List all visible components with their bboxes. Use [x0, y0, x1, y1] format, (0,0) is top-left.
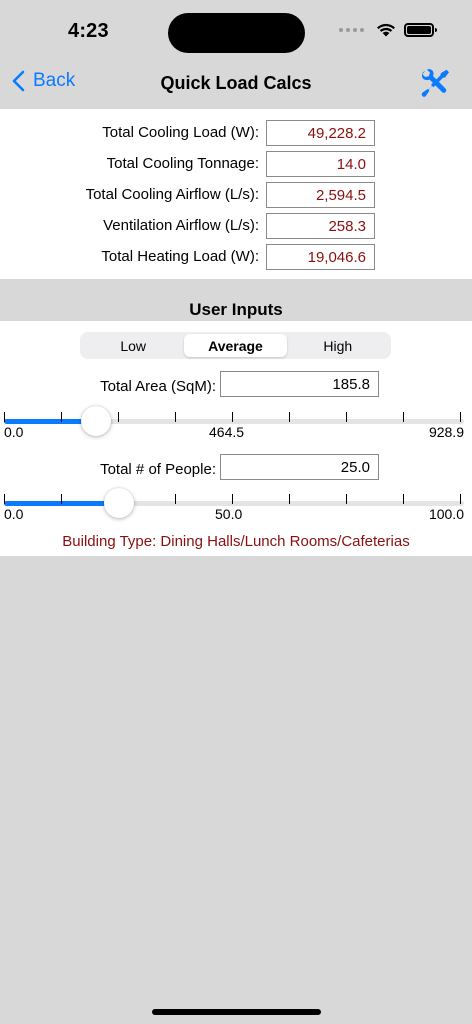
user-inputs-header: User Inputs: [0, 279, 472, 321]
ventilation-airflow-value: 258.3: [266, 213, 375, 239]
people-max-label: 100.0: [428, 506, 464, 522]
load-level-segmented-control: Low Average High: [80, 332, 391, 359]
result-row-ventilation-airflow: Ventilation Airflow (L/s): 258.3: [0, 213, 472, 239]
segment-average[interactable]: Average: [184, 334, 287, 357]
dynamic-island: [168, 13, 305, 53]
people-mid-label: 50.0: [215, 506, 243, 522]
total-people-label: Total # of People:: [100, 461, 216, 478]
ventilation-airflow-label: Ventilation Airflow (L/s):: [103, 217, 259, 234]
slider-tick: [346, 494, 347, 504]
heating-load-label: Total Heating Load (W):: [101, 248, 259, 265]
status-bar: 4:23: [0, 0, 472, 60]
result-row-cooling-load: Total Cooling Load (W): 49,228.2: [0, 120, 472, 146]
slider-tick: [403, 412, 404, 422]
slider-tick: [232, 494, 233, 504]
building-type-label: Building Type: Dining Halls/Lunch Rooms/…: [62, 533, 410, 550]
user-inputs-panel: Low Average High Total Area (SqM): 0.0 4…: [0, 321, 472, 556]
cooling-airflow-label: Total Cooling Airflow (L/s):: [85, 186, 259, 203]
area-mid-label: 464.5: [209, 424, 245, 440]
results-panel: Total Cooling Load (W): 49,228.2 Total C…: [0, 109, 472, 279]
slider-tick: [61, 412, 62, 422]
segment-high[interactable]: High: [287, 334, 389, 357]
slider-tick: [61, 494, 62, 504]
home-indicator[interactable]: [152, 1009, 321, 1015]
area-min-label: 0.0: [4, 424, 24, 440]
wifi-icon: [377, 23, 395, 37]
battery-icon: [404, 22, 437, 37]
total-area-input[interactable]: [220, 371, 379, 397]
signal-dots-icon: [339, 27, 364, 32]
slider-tick: [460, 494, 461, 504]
slider-tick: [4, 494, 5, 504]
user-inputs-title: User Inputs: [189, 300, 283, 319]
wrench-screwdriver-icon: [421, 69, 449, 97]
area-max-label: 928.9: [428, 424, 464, 440]
slider-thumb[interactable]: [104, 488, 134, 518]
page-title: Quick Load Calcs: [160, 73, 312, 93]
total-area-label: Total Area (SqM):: [100, 378, 216, 395]
status-time: 4:23: [68, 20, 109, 42]
cooling-load-label: Total Cooling Load (W):: [102, 124, 259, 141]
total-people-input[interactable]: [220, 454, 379, 480]
result-row-cooling-tonnage: Total Cooling Tonnage: 14.0: [0, 151, 472, 177]
slider-tick: [118, 412, 119, 422]
navigation-bar: Back Quick Load Calcs: [0, 60, 472, 108]
slider-tick: [460, 412, 461, 422]
slider-tick: [289, 412, 290, 422]
status-icons: [339, 22, 437, 37]
slider-tick: [232, 412, 233, 422]
heating-load-value: 19,046.6: [266, 244, 375, 270]
slider-tick: [403, 494, 404, 504]
cooling-airflow-value: 2,594.5: [266, 182, 375, 208]
cooling-tonnage-label: Total Cooling Tonnage:: [106, 155, 259, 172]
result-row-cooling-airflow: Total Cooling Airflow (L/s): 2,594.5: [0, 182, 472, 208]
slider-tick: [346, 412, 347, 422]
segment-low[interactable]: Low: [82, 334, 184, 357]
slider-tick: [175, 412, 176, 422]
people-min-label: 0.0: [4, 506, 24, 522]
settings-tools-button[interactable]: [420, 68, 450, 98]
slider-thumb[interactable]: [81, 406, 111, 436]
result-row-heating-load: Total Heating Load (W): 19,046.6: [0, 244, 472, 270]
slider-tick: [4, 412, 5, 422]
cooling-tonnage-value: 14.0: [266, 151, 375, 177]
cooling-load-value: 49,228.2: [266, 120, 375, 146]
slider-tick: [175, 494, 176, 504]
slider-tick: [289, 494, 290, 504]
